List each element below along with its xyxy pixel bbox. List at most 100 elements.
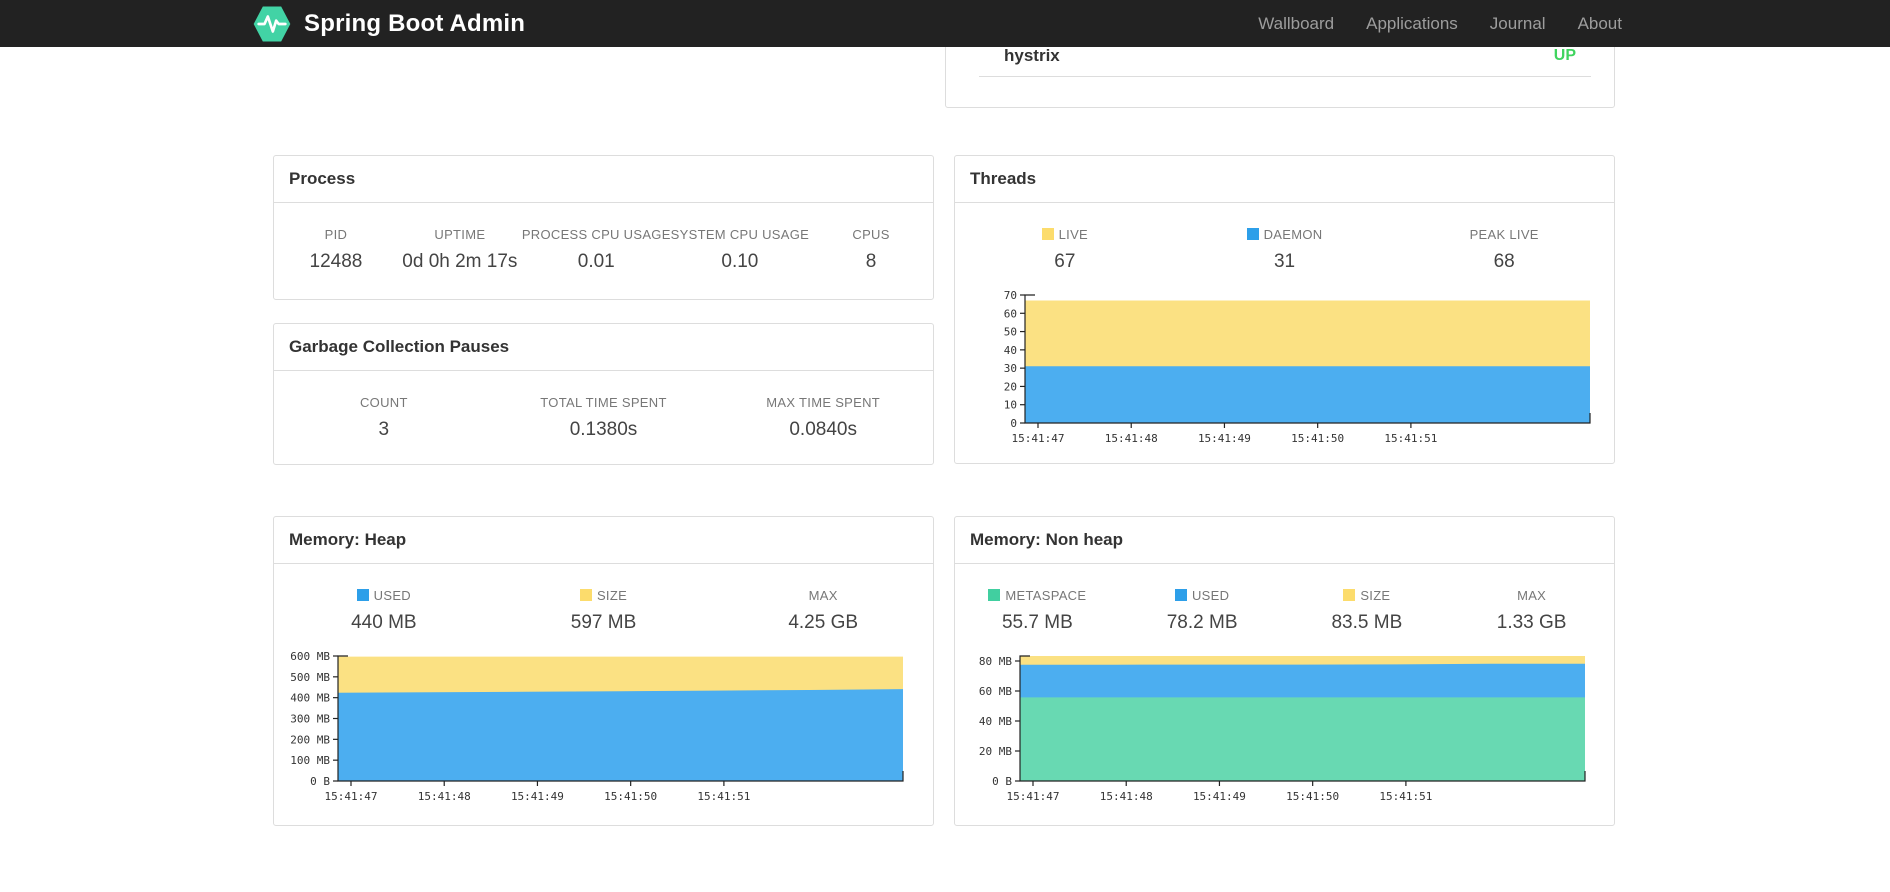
memory-nonheap-panel-title: Memory: Non heap [955,517,1614,564]
metric-label: PID [324,227,348,242]
metric-value: 78.2 MB [1166,612,1238,633]
svg-text:15:41:50: 15:41:50 [1291,432,1344,445]
metric-label: PEAK LIVE [1469,227,1539,242]
legend-swatch-icon [988,589,1001,601]
svg-text:60: 60 [1004,307,1017,320]
metric-cpus: CPUS 8 [809,227,933,273]
metric-peak-live: PEAK LIVE 68 [1394,227,1614,273]
svg-text:80 MB: 80 MB [979,655,1012,668]
metric-value: 12488 [309,251,363,272]
metric-value: 597 MB [570,612,637,633]
metric-max: MAX 1.33 GB [1449,588,1614,634]
svg-text:500 MB: 500 MB [290,671,330,684]
svg-text:600 MB: 600 MB [290,650,330,663]
svg-text:0 B: 0 B [310,775,330,788]
metric-label: METASPACE [955,588,1120,603]
svg-text:15:41:47: 15:41:47 [1007,790,1060,803]
navbar: Spring Boot Admin Wallboard Applications J… [0,0,1890,47]
health-row-divider [979,76,1591,107]
metric-value: 31 [1273,251,1296,272]
svg-text:30: 30 [1004,362,1017,375]
svg-text:0: 0 [1010,417,1017,430]
gc-panel-title: Garbage Collection Pauses [274,324,933,371]
metric-value: 83.5 MB [1331,612,1403,633]
memory-nonheap-metrics: METASPACE 55.7 MB USED 78.2 MB SIZE 83.5 MB MA… [955,588,1614,634]
metric-label: DAEMON [1175,227,1395,242]
spring-boot-admin-logo-icon [253,6,291,41]
svg-text:15:41:49: 15:41:49 [511,790,564,803]
metric-label: SIZE [1285,588,1450,603]
svg-text:200 MB: 200 MB [290,733,330,746]
svg-text:0 B: 0 B [992,775,1012,788]
metric-label: LIVE [955,227,1175,242]
brand[interactable]: Spring Boot Admin [252,4,525,44]
svg-text:20 MB: 20 MB [979,745,1012,758]
threads-panel-title: Threads [955,156,1614,203]
svg-text:20: 20 [1004,380,1017,393]
metric-label: MAX [808,588,838,603]
svg-text:50: 50 [1004,326,1017,339]
svg-text:40: 40 [1004,344,1017,357]
memory-heap-metrics: USED 440 MB SIZE 597 MB MAX 4.25 GB [274,588,933,634]
nav-link-wallboard[interactable]: Wallboard [1258,14,1334,34]
nav-link-applications[interactable]: Applications [1366,14,1458,34]
metric-live: LIVE 67 [955,227,1175,273]
brand-title: Spring Boot Admin [304,9,526,37]
metric-value: 8 [865,251,877,272]
svg-text:15:41:50: 15:41:50 [604,790,657,803]
chart-svg: 0 B 100 MB 200 MB 300 MB 400 MB 500 MB 600 MB 1… [290,650,904,803]
metric-label: MAX [1517,588,1547,603]
metric-label: PROCESS CPU USAGE [521,227,671,242]
svg-text:70: 70 [1004,289,1017,302]
metric-size: SIZE 83.5 MB [1285,588,1450,634]
health-indicator-name: hystrix [1004,46,1060,65]
process-panel: Process PID 12488 UPTIME 0d 0h 2m 17s PROCES… [273,155,934,300]
metric-value: 55.7 MB [1001,612,1073,633]
metric-system-cpu-usage: SYSTEM CPU USAGE 0.10 [671,227,809,273]
svg-text:100 MB: 100 MB [290,754,330,767]
gc-panel: Garbage Collection Pauses COUNT 3 TOTAL TI… [273,323,934,465]
metric-size: SIZE 597 MB [494,588,714,634]
metric-value: 1.33 GB [1496,612,1567,633]
svg-text:15:41:48: 15:41:48 [418,790,471,803]
metric-max-time-spent: MAX TIME SPENT 0.0840s [713,395,933,441]
metric-label: UPTIME [434,227,486,242]
svg-text:15:41:51: 15:41:51 [697,790,750,803]
metric-value: 3 [378,419,390,440]
svg-text:15:41:50: 15:41:50 [1286,790,1339,803]
nav-link-journal[interactable]: Journal [1490,14,1546,34]
metric-used: USED 440 MB [274,588,494,634]
metric-value: 0.0840s [789,419,857,440]
nav-links: Wallboard Applications Journal About [1258,14,1622,34]
metric-value: 0d 0h 2m 17s [402,251,518,272]
legend-swatch-icon [579,589,592,601]
health-status-badge: UP [1553,47,1576,64]
metric-metaspace: METASPACE 55.7 MB [955,588,1120,634]
svg-text:15:41:49: 15:41:49 [1193,790,1246,803]
threads-metrics: LIVE 67 DAEMON 31 PEAK LIVE 68 [955,227,1614,273]
metric-max: MAX 4.25 GB [713,588,933,634]
threads-chart: 0 10 20 30 40 50 60 70 15:41:47 15:41:48 15:41:49 1… [955,283,1614,456]
metric-label: TOTAL TIME SPENT [540,395,667,410]
legend-swatch-icon [1041,228,1054,240]
process-metrics: PID 12488 UPTIME 0d 0h 2m 17s PROCESS CPU US… [274,227,933,273]
metric-label: CPUS [852,227,890,242]
metric-label: MAX TIME SPENT [766,395,881,410]
nav-link-about[interactable]: About [1578,14,1622,34]
svg-text:10: 10 [1004,399,1017,412]
metric-label: COUNT [359,395,408,410]
svg-text:15:41:48: 15:41:48 [1100,790,1153,803]
legend-swatch-icon [356,589,369,601]
memory-nonheap-chart: 0 B 20 MB 40 MB 60 MB 80 MB 15:41:47 15:41:48 1… [955,644,1614,814]
svg-text:400 MB: 400 MB [290,692,330,705]
svg-text:15:41:51: 15:41:51 [1379,790,1432,803]
metric-uptime: UPTIME 0d 0h 2m 17s [398,227,522,273]
metric-total-time-spent: TOTAL TIME SPENT 0.1380s [494,395,714,441]
metric-value: 4.25 GB [788,612,859,633]
svg-text:15:41:49: 15:41:49 [1198,432,1251,445]
legend-swatch-icon [1343,589,1356,601]
svg-text:15:41:47: 15:41:47 [1012,432,1065,445]
svg-text:40 MB: 40 MB [979,715,1012,728]
chart-svg: 0 B 20 MB 40 MB 60 MB 80 MB 15:41:47 15:41:48 1… [979,655,1586,803]
metric-value: 440 MB [351,612,417,633]
